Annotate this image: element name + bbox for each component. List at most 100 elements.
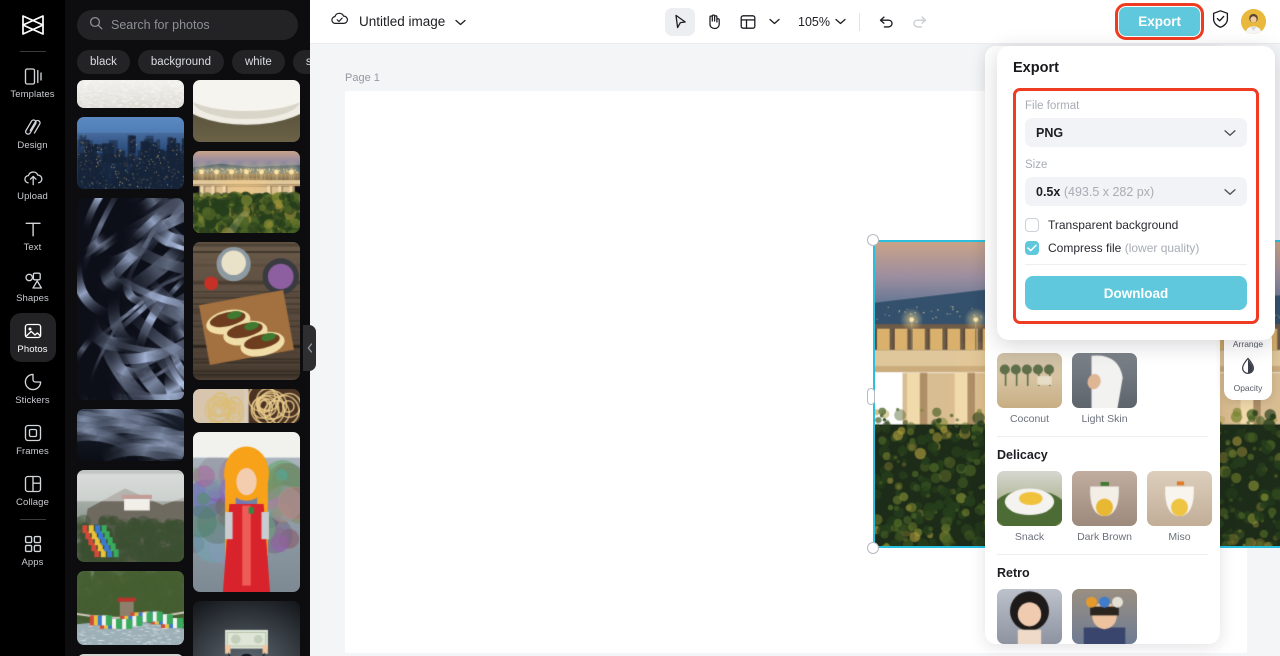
photo-bridge-night-art <box>193 151 300 233</box>
filter-item-dark-brown[interactable]: Dark Brown <box>1072 471 1137 543</box>
user-avatar[interactable] <box>1241 9 1266 34</box>
layout-tool-button[interactable] <box>733 8 763 36</box>
photo-white-plate-art <box>193 80 300 142</box>
sidebar-item-collage[interactable]: Collage <box>10 466 56 515</box>
photo-city-aerial-art <box>77 117 184 189</box>
title-chevron-down-icon[interactable] <box>455 13 466 31</box>
transparent-background-row[interactable]: Transparent background <box>1025 218 1247 232</box>
photo-grid <box>77 80 310 656</box>
hand-tool-button[interactable] <box>699 8 729 36</box>
filter-thumbnail <box>997 589 1062 644</box>
size-label: Size <box>1025 159 1048 171</box>
filter-item-miso[interactable]: Miso <box>1147 471 1212 543</box>
file-format-select[interactable]: PNG <box>1025 118 1247 147</box>
tag-chip-background[interactable]: background <box>137 50 224 74</box>
filter-name: Light Skin <box>1081 413 1128 425</box>
filter-item-coconut[interactable]: Coconut <box>997 353 1062 425</box>
photo-white-plate[interactable] <box>193 80 300 142</box>
tag-chip-black[interactable]: black <box>77 50 130 74</box>
size-select[interactable]: 0.5x (493.5 x 282 px) <box>1025 177 1247 206</box>
download-button[interactable]: Download <box>1025 276 1247 310</box>
tag-chip-s[interactable]: s <box>292 50 310 74</box>
panel-collapse-handle[interactable] <box>303 325 316 371</box>
resize-handle-bottom-left[interactable] <box>867 542 879 554</box>
upload-cloud-icon <box>22 168 43 189</box>
shield-check-icon[interactable] <box>1211 9 1230 34</box>
topbar-center-group: 105% <box>665 7 935 36</box>
filter-item-portrait-flowers[interactable] <box>1072 589 1137 644</box>
tag-chip-white[interactable]: white <box>231 50 285 74</box>
tag-chip-row: black background white s <box>65 40 310 82</box>
filter-name: Miso <box>1168 531 1191 543</box>
compress-file-label: Compress file (lower quality) <box>1048 241 1199 255</box>
stickers-icon <box>22 372 43 393</box>
opacity-tool[interactable]: Opacity <box>1224 348 1272 393</box>
layout-dropdown-caret[interactable] <box>767 18 782 25</box>
filter-item-light-skin[interactable]: Light Skin <box>1072 353 1137 425</box>
document-title[interactable]: Untitled image <box>359 14 445 29</box>
pancake-plate <box>997 471 1062 526</box>
undo-button[interactable] <box>871 8 901 36</box>
sidebar-item-label: Frames <box>16 445 49 457</box>
text-icon <box>22 219 43 240</box>
desert-palms <box>997 353 1062 408</box>
capcut-editor-window: Templates Design Upload Text Shapes Photos Sti… <box>0 0 1280 656</box>
cake-light <box>1147 471 1212 526</box>
export-button[interactable]: Export <box>1115 3 1204 40</box>
resize-handle-middle-left[interactable] <box>867 388 875 405</box>
filter-thumbnail <box>1072 589 1137 644</box>
filter-row <box>985 589 1220 644</box>
redo-button[interactable] <box>905 8 935 36</box>
photo-cosplay[interactable] <box>193 432 300 592</box>
sidebar-item-text[interactable]: Text <box>10 211 56 260</box>
resize-handle-top-left[interactable] <box>867 234 879 246</box>
search-input[interactable] <box>111 18 286 32</box>
search-box[interactable] <box>77 10 298 40</box>
photo-monastery[interactable] <box>77 470 184 562</box>
compress-file-checkbox[interactable] <box>1025 241 1039 255</box>
dialog-divider <box>1025 264 1247 265</box>
filter-item-snack[interactable]: Snack <box>997 471 1062 543</box>
sidebar-item-frames[interactable]: Frames <box>10 415 56 464</box>
photo-monastery-art <box>77 470 184 562</box>
photo-city-aerial[interactable] <box>77 117 184 189</box>
photo-bridge-night[interactable] <box>193 151 300 233</box>
photo-grid-column-right <box>193 80 300 656</box>
sidebar-item-stickers[interactable]: Stickers <box>10 364 56 413</box>
portrait-bob <box>997 589 1062 644</box>
sidebar-item-apps[interactable]: Apps <box>10 526 56 575</box>
photo-silk-fabric[interactable] <box>77 198 184 400</box>
arrange-label: Arrange <box>1232 339 1264 348</box>
topbar-right-group: Export <box>1115 3 1280 40</box>
sidebar-item-upload[interactable]: Upload <box>10 160 56 209</box>
photo-money-man[interactable] <box>193 601 300 656</box>
transparent-background-checkbox[interactable] <box>1025 218 1039 232</box>
photo-bridge-river[interactable] <box>77 571 184 645</box>
sidebar-item-shapes[interactable]: Shapes <box>10 262 56 311</box>
select-tool-button[interactable] <box>665 7 695 36</box>
photo-jewelry[interactable] <box>193 389 300 423</box>
filter-item-portrait-bob[interactable] <box>997 589 1062 644</box>
opacity-label: Opacity <box>1233 383 1263 393</box>
photo-white-texture[interactable] <box>77 80 184 108</box>
portrait-flowers <box>1072 589 1137 644</box>
sidebar-item-label: Collage <box>16 496 49 508</box>
photo-dark-fabric[interactable] <box>77 409 184 461</box>
zoom-control[interactable]: 105% <box>796 15 848 29</box>
search-icon <box>89 16 103 35</box>
photo-tacos[interactable] <box>193 242 300 380</box>
sidebar-item-templates[interactable]: Templates <box>10 58 56 107</box>
compress-file-row[interactable]: Compress file (lower quality) <box>1025 241 1247 255</box>
sidebar-item-label: Stickers <box>15 394 50 406</box>
size-multiplier: 0.5x <box>1036 184 1061 199</box>
filter-group-title: Retro <box>997 566 1030 580</box>
filter-group-title: Delicacy <box>997 448 1048 462</box>
sidebar-item-photos[interactable]: Photos <box>9 313 56 362</box>
sidebar-item-label: Text <box>23 241 42 253</box>
capcut-logo-icon[interactable] <box>13 8 53 42</box>
sidebar-item-design[interactable]: Design <box>10 109 56 158</box>
sidebar-item-label: Photos <box>17 343 48 355</box>
export-dialog-title: Export <box>1013 60 1059 76</box>
file-format-chevron-down-icon <box>1224 124 1236 142</box>
cake-dark <box>1072 471 1137 526</box>
